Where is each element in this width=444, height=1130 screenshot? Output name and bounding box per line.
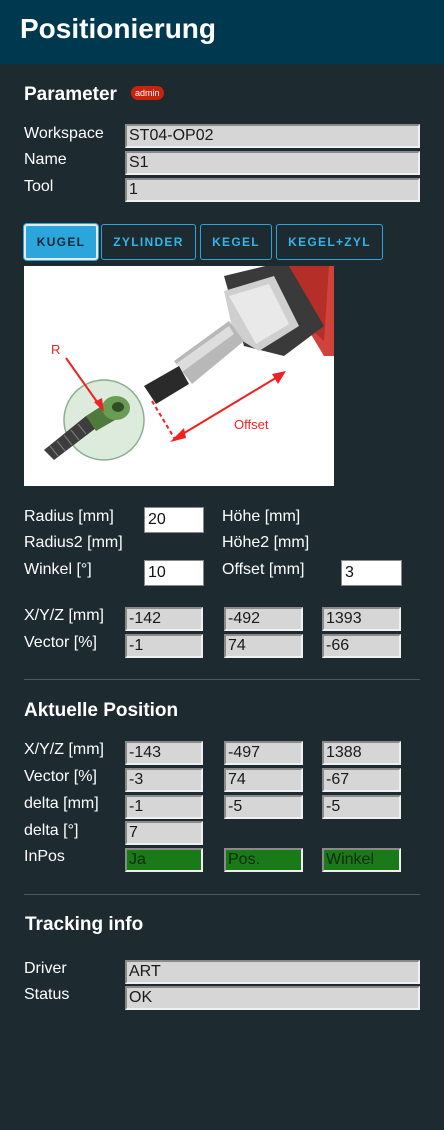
illus-label-r: R xyxy=(51,342,60,357)
current-y-field[interactable]: -497 xyxy=(224,741,303,765)
current-vector-z-field[interactable]: -67 xyxy=(322,768,401,792)
inpos-ja-indicator: Ja xyxy=(125,848,203,872)
tracking-info-title: Tracking info xyxy=(25,914,144,935)
status-field[interactable]: OK xyxy=(125,986,420,1010)
delta-y-field[interactable]: -5 xyxy=(224,795,303,819)
current-x-field[interactable]: -143 xyxy=(125,741,203,765)
target-y-field[interactable]: -492 xyxy=(224,607,303,631)
offset-input[interactable]: 3 xyxy=(341,560,402,586)
tool-field[interactable]: 1 xyxy=(125,178,420,202)
radius2-label: Radius2 [mm] xyxy=(24,534,123,551)
target-vector-label: Vector [%] xyxy=(24,634,97,651)
target-xyz-label: X/Y/Z [mm] xyxy=(24,607,104,624)
target-vector-y-field[interactable]: 74 xyxy=(224,634,303,658)
delta-mm-label: delta [mm] xyxy=(24,795,99,812)
current-vector-label: Vector [%] xyxy=(24,768,97,785)
radius-label: Radius [mm] xyxy=(24,508,114,525)
delta-z-field[interactable]: -5 xyxy=(322,795,401,819)
tool-illustration: R Offset xyxy=(24,266,334,486)
driver-field[interactable]: ART xyxy=(125,960,420,984)
app-header: Positionierung xyxy=(0,0,444,64)
radius-input[interactable]: 20 xyxy=(144,507,204,533)
inpos-pos-indicator: Pos. xyxy=(224,848,303,872)
current-vector-x-field[interactable]: -3 xyxy=(125,768,203,792)
target-x-field[interactable]: -142 xyxy=(125,607,203,631)
current-xyz-label: X/Y/Z [mm] xyxy=(24,741,104,758)
inpos-label: InPos xyxy=(24,848,65,865)
delta-x-field[interactable]: -1 xyxy=(125,795,203,819)
winkel-input[interactable]: 10 xyxy=(144,560,204,586)
target-z-field[interactable]: 1393 xyxy=(322,607,401,631)
workspace-field[interactable]: ST04-OP02 xyxy=(125,124,420,148)
delta-deg-field[interactable]: 7 xyxy=(125,821,203,845)
tab-kegel[interactable]: KEGEL xyxy=(200,224,272,260)
target-vector-x-field[interactable]: -1 xyxy=(125,634,203,658)
current-z-field[interactable]: 1388 xyxy=(322,741,401,765)
illus-label-offset: Offset xyxy=(234,417,269,432)
current-vector-y-field[interactable]: 74 xyxy=(224,768,303,792)
parameter-title: Parameter xyxy=(24,84,117,105)
tab-zylinder[interactable]: ZYLINDER xyxy=(101,224,196,260)
delta-deg-label: delta [°] xyxy=(24,822,79,839)
offset-label: Offset [mm] xyxy=(222,561,305,578)
hoehe-label: Höhe [mm] xyxy=(222,508,301,525)
workspace-label: Workspace xyxy=(24,125,104,142)
tab-kegel-zyl[interactable]: KEGEL+ZYL xyxy=(276,224,383,260)
divider xyxy=(24,679,420,680)
tool-label: Tool xyxy=(24,178,54,195)
page-title: Positionierung xyxy=(20,13,216,44)
divider xyxy=(24,894,420,895)
name-label: Name xyxy=(24,151,67,168)
status-label: Status xyxy=(24,986,70,1003)
winkel-label: Winkel [°] xyxy=(24,561,92,578)
driver-label: Driver xyxy=(24,960,67,977)
screwdriver-drawing xyxy=(144,266,334,404)
tab-kugel[interactable]: KUGEL xyxy=(24,224,98,260)
current-position-title: Aktuelle Position xyxy=(24,700,179,721)
target-vector-z-field[interactable]: -66 xyxy=(322,634,401,658)
hoehe2-label: Höhe2 [mm] xyxy=(222,534,310,551)
name-field[interactable]: S1 xyxy=(125,151,420,175)
admin-badge: admin xyxy=(131,86,164,100)
inpos-winkel-indicator: Winkel xyxy=(322,848,401,872)
